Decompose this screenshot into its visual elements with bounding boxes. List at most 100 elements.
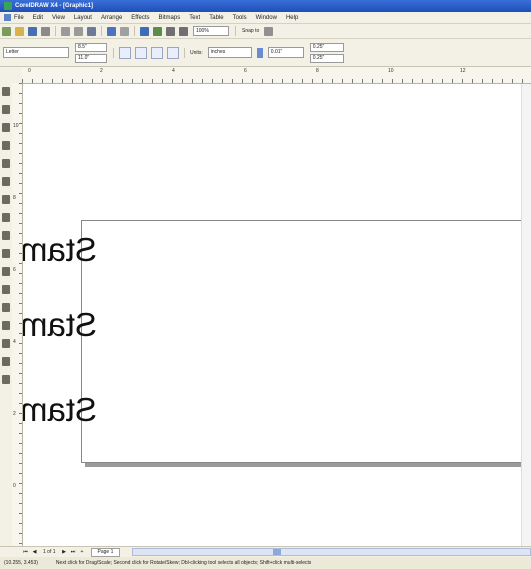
smart-fill-tool-icon[interactable] <box>2 177 10 186</box>
menu-text[interactable]: Text <box>189 15 200 21</box>
ruler-h-tick: 12 <box>460 68 466 74</box>
options-icon[interactable] <box>264 26 274 36</box>
menu-tools[interactable]: Tools <box>233 15 247 21</box>
paper-type-combo[interactable]: Letter <box>3 47 69 58</box>
ellipse-tool-icon[interactable] <box>2 213 10 222</box>
print-icon[interactable] <box>41 26 50 36</box>
current-page-icon[interactable] <box>167 46 179 59</box>
menu-arrange[interactable]: Arrange <box>101 15 122 21</box>
scrollbar-thumb[interactable] <box>273 549 282 555</box>
polygon-tool-icon[interactable] <box>2 231 10 240</box>
mirrored-text-line-3[interactable]: Stamps! Stamps! Stamps! <box>23 391 97 429</box>
drawing-page[interactable]: Stamps! Stamps! Stamps! Stamps! Stamps! … <box>23 220 528 463</box>
vertical-scrollbar[interactable] <box>521 84 531 546</box>
text-tool-icon[interactable] <box>2 267 10 276</box>
zoom-tool-icon[interactable] <box>2 141 10 150</box>
nudge-icon <box>256 47 263 58</box>
add-page-icon[interactable]: + <box>79 549 86 556</box>
paste-icon[interactable] <box>87 26 96 36</box>
eyedropper-tool-icon[interactable] <box>2 321 10 330</box>
page-width-field[interactable]: 8.5" <box>75 42 107 52</box>
ruler-h-tick: 2 <box>100 68 103 74</box>
ruler-h-tick: 4 <box>172 68 175 74</box>
crop-tool-icon[interactable] <box>2 123 10 132</box>
ruler-h-tick: 8 <box>316 68 319 74</box>
status-hint: Next click for Drag/Scale; Second click … <box>55 560 312 566</box>
menu-file[interactable]: File <box>14 15 24 21</box>
drawing-canvas[interactable]: Stamps! Stamps! Stamps! Stamps! Stamps! … <box>23 84 531 546</box>
copy-icon[interactable] <box>74 26 83 36</box>
undo-icon[interactable] <box>107 26 116 36</box>
ruler-h-tick: 10 <box>388 68 394 74</box>
pick-tool-icon[interactable] <box>2 87 10 96</box>
application-launcher-icon[interactable] <box>166 26 175 36</box>
snap-to-dropdown[interactable]: Snap to <box>242 28 259 34</box>
ruler-v-tick: 2 <box>13 411 16 417</box>
toolbar-separator <box>235 26 236 36</box>
mirrored-text-line-1[interactable]: Stamps! <box>23 231 97 269</box>
previous-page-icon[interactable]: ◀ <box>31 549 38 556</box>
menu-window[interactable]: Window <box>256 15 277 21</box>
export-icon[interactable] <box>153 26 162 36</box>
next-page-icon[interactable]: ▶ <box>61 549 68 556</box>
toolbar-separator <box>134 26 135 36</box>
horizontal-scrollbar[interactable] <box>132 548 531 556</box>
nudge-offset-field[interactable]: 0.01" <box>267 47 304 58</box>
ruler-v-tick: 0 <box>13 483 16 489</box>
zoom-level-combo[interactable]: 100% <box>193 26 229 36</box>
last-page-icon[interactable]: ⏭ <box>70 549 77 556</box>
rectangle-tool-icon[interactable] <box>2 195 10 204</box>
cursor-coordinates: (10.255, 3.453) <box>4 560 38 566</box>
toolbar-separator <box>113 47 114 58</box>
horizontal-ruler[interactable]: 0 2 4 6 8 10 12 <box>22 67 531 84</box>
title-bar: CorelDRAW X4 - [Graphic1] <box>0 0 531 12</box>
ruler-v-tick: 8 <box>13 195 16 201</box>
basic-shapes-tool-icon[interactable] <box>2 249 10 258</box>
page-height-field[interactable]: 11.0" <box>75 53 107 63</box>
shape-tool-icon[interactable] <box>2 105 10 114</box>
document-icon <box>4 14 11 21</box>
save-icon[interactable] <box>28 26 37 36</box>
menu-bitmaps[interactable]: Bitmaps <box>159 15 181 21</box>
all-pages-icon[interactable] <box>151 46 163 59</box>
units-label: Units: <box>190 49 203 56</box>
mirrored-text-line-2[interactable]: Stamps! Stamps! <box>23 306 97 344</box>
menu-table[interactable]: Table <box>209 15 223 21</box>
open-icon[interactable] <box>15 26 24 36</box>
ruler-v-tick: 10 <box>13 123 19 129</box>
new-icon[interactable] <box>2 26 11 36</box>
ruler-v-tick: 6 <box>13 267 16 273</box>
toolbar-separator <box>101 26 102 36</box>
interactive-blend-tool-icon[interactable] <box>2 303 10 312</box>
cut-icon[interactable] <box>61 26 70 36</box>
first-page-icon[interactable]: ⏮ <box>22 549 29 556</box>
freehand-tool-icon[interactable] <box>2 159 10 168</box>
menu-help[interactable]: Help <box>286 15 298 21</box>
fill-tool-icon[interactable] <box>2 357 10 366</box>
duplicate-y-field[interactable]: 0.25" <box>309 53 344 63</box>
page-dimensions: 8.5" 11.0" <box>75 42 107 64</box>
import-icon[interactable] <box>140 26 149 36</box>
ruler-h-tick: 6 <box>244 68 247 74</box>
ruler-v-tick: 4 <box>13 339 16 345</box>
outline-tool-icon[interactable] <box>2 339 10 348</box>
menu-effects[interactable]: Effects <box>131 15 149 21</box>
redo-icon[interactable] <box>120 26 129 36</box>
toolbar-separator <box>184 47 185 58</box>
standard-toolbar: 100% Snap to <box>0 24 531 39</box>
table-tool-icon[interactable] <box>2 285 10 294</box>
menu-layout[interactable]: Layout <box>74 15 92 21</box>
interactive-fill-tool-icon[interactable] <box>2 375 10 384</box>
menu-view[interactable]: View <box>52 15 65 21</box>
ruler-origin[interactable] <box>0 67 23 84</box>
duplicate-distance: 0.25" 0.25" <box>309 42 344 64</box>
welcome-screen-icon[interactable] <box>179 26 188 36</box>
duplicate-x-field[interactable]: 0.25" <box>309 42 344 52</box>
portrait-icon[interactable] <box>119 46 131 59</box>
units-combo[interactable]: inches <box>207 47 252 58</box>
menu-edit[interactable]: Edit <box>33 15 43 21</box>
page-tab[interactable]: Page 1 <box>90 547 121 557</box>
landscape-icon[interactable] <box>135 46 147 59</box>
menu-bar: File Edit View Layout Arrange Effects Bi… <box>0 12 531 24</box>
vertical-ruler[interactable]: 10 8 6 4 2 0 <box>12 83 23 546</box>
